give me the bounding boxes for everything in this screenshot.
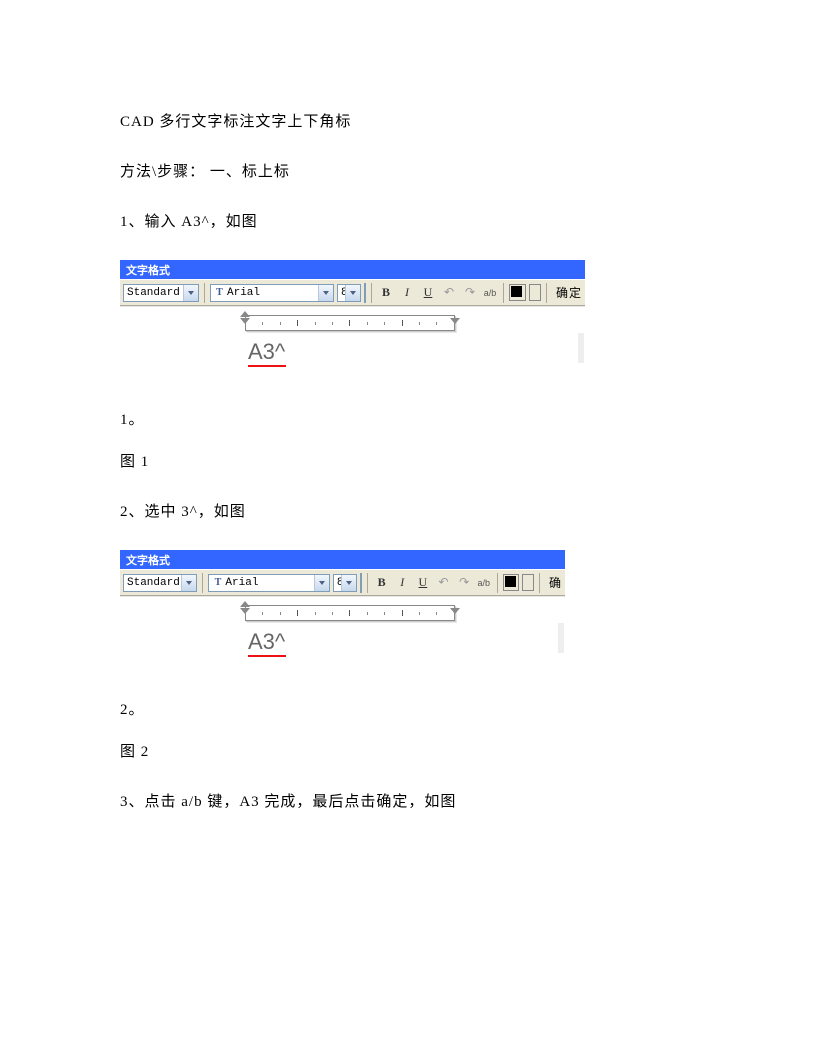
font-value: TArial [209, 577, 313, 589]
truetype-icon: T [214, 287, 225, 298]
indent-marker-bottom-icon[interactable] [240, 608, 250, 614]
size-spinner[interactable] [364, 283, 366, 303]
chevron-down-icon[interactable] [318, 285, 333, 301]
font-combo[interactable]: TArial [208, 574, 329, 592]
toolbar-separator [367, 573, 368, 593]
mtext-toolbar: Standard TArial 8 B I U ↶ ↷ a/b [120, 569, 565, 596]
mtext-input-value[interactable]: A3^ [248, 339, 285, 365]
mtext-toolbar: Standard TArial 8 B I U ↶ ↷ a/b [120, 279, 585, 306]
ruler-shadow [558, 623, 564, 653]
toolbar-separator [503, 283, 504, 303]
size-value: 8 [334, 577, 341, 589]
ruler[interactable] [245, 315, 455, 331]
bold-button[interactable]: B [377, 284, 395, 302]
color-picker[interactable] [509, 284, 526, 301]
chevron-down-icon[interactable] [183, 285, 198, 301]
toolbar-separator [497, 573, 498, 593]
mtext-titlebar: 文字格式 [120, 550, 565, 569]
font-value: TArial [211, 287, 318, 299]
fig2-caption: 图 2 [120, 740, 696, 764]
ok-button[interactable]: 确定 [556, 284, 582, 301]
size-value: 8 [338, 287, 345, 299]
mtext-titlebar-label: 文字格式 [126, 262, 170, 278]
chevron-down-icon[interactable] [341, 575, 356, 591]
stack-fraction-button[interactable]: a/b [482, 284, 498, 302]
toolbar-separator [202, 573, 203, 593]
mtext-canvas: A3^ [120, 306, 585, 382]
toolbar-separator [539, 573, 540, 593]
mtext-input-value[interactable]: A3^ [248, 629, 285, 655]
redo-button[interactable]: ↷ [455, 574, 473, 592]
step-1: 1、输入 A3^，如图 [120, 210, 696, 234]
indent-marker-bottom-icon[interactable] [240, 318, 250, 324]
text-style-value: Standard [124, 287, 183, 299]
color-picker[interactable] [503, 574, 520, 591]
toolbar-separator [546, 283, 547, 303]
size-combo[interactable]: 8 [337, 284, 361, 302]
toolbar-separator [371, 283, 372, 303]
redo-button[interactable]: ↷ [461, 284, 479, 302]
color-dropdown[interactable] [522, 574, 534, 591]
fig1-line-a: 1。 [120, 408, 696, 432]
spellcheck-underline [248, 365, 286, 367]
mtext-titlebar-label: 文字格式 [126, 552, 170, 568]
mtext-canvas: A3^ [120, 596, 565, 672]
figure-2: 文字格式 Standard TArial 8 B I U ↶ ↷ a/b [120, 550, 565, 672]
italic-button[interactable]: I [393, 574, 411, 592]
fig1-caption: 图 1 [120, 450, 696, 474]
spellcheck-underline [248, 655, 286, 657]
indent-marker-top-icon[interactable] [240, 601, 250, 607]
size-combo[interactable]: 8 [333, 574, 357, 592]
indent-marker-top-icon[interactable] [240, 311, 250, 317]
indent-marker-right-icon[interactable] [450, 608, 460, 614]
fig2-line-a: 2。 [120, 698, 696, 722]
underline-button[interactable]: U [419, 284, 437, 302]
figure-1: 文字格式 Standard TArial 8 B I U ↶ ↷ a/b [120, 260, 585, 382]
step-2: 2、选中 3^，如图 [120, 500, 696, 524]
page-title: CAD 多行文字标注文字上下角标 [120, 110, 696, 134]
stack-fraction-button[interactable]: a/b [476, 574, 492, 592]
mtext-titlebar: 文字格式 [120, 260, 585, 279]
chevron-down-icon[interactable] [345, 285, 360, 301]
ruler[interactable] [245, 605, 455, 621]
undo-button[interactable]: ↶ [440, 284, 458, 302]
ruler-shadow [578, 333, 584, 363]
underline-button[interactable]: U [414, 574, 432, 592]
text-style-combo[interactable]: Standard [123, 284, 199, 302]
undo-button[interactable]: ↶ [435, 574, 453, 592]
text-style-value: Standard [124, 577, 181, 589]
toolbar-separator [204, 283, 205, 303]
italic-button[interactable]: I [398, 284, 416, 302]
truetype-icon: T [212, 577, 223, 588]
font-combo[interactable]: TArial [210, 284, 334, 302]
ok-button[interactable]: 确 [549, 574, 562, 591]
chevron-down-icon[interactable] [314, 575, 329, 591]
text-style-combo[interactable]: Standard [123, 574, 197, 592]
method-heading: 方法\步骤： 一、标上标 [120, 160, 696, 184]
chevron-down-icon[interactable] [181, 575, 196, 591]
color-dropdown[interactable] [529, 284, 541, 301]
bold-button[interactable]: B [373, 574, 391, 592]
indent-marker-right-icon[interactable] [450, 318, 460, 324]
step-3: 3、点击 a/b 键，A3 完成，最后点击确定，如图 [120, 790, 696, 814]
size-spinner[interactable] [360, 573, 362, 593]
